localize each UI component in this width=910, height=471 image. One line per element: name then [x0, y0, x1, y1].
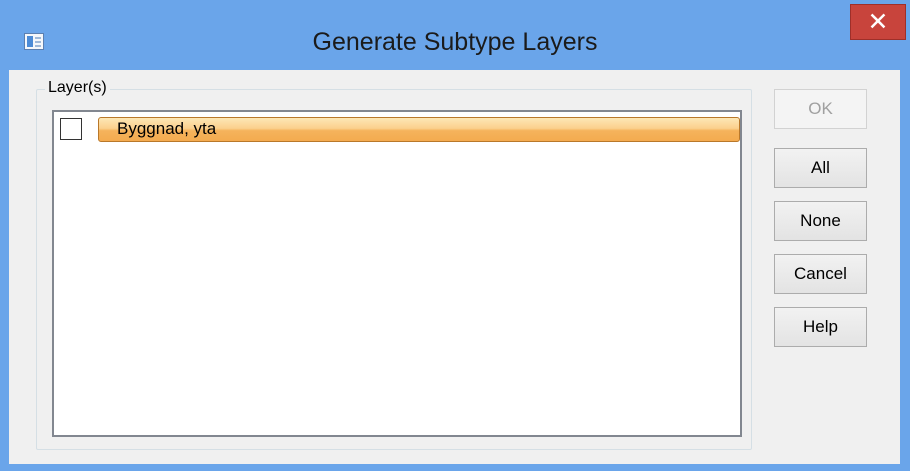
- layer-label[interactable]: Byggnad, yta: [98, 117, 740, 142]
- title-bar[interactable]: Generate Subtype Layers ✕: [0, 0, 910, 66]
- cancel-button[interactable]: Cancel: [774, 254, 867, 294]
- dialog-window: Generate Subtype Layers ✕ Layer(s) Byggn…: [0, 0, 910, 471]
- none-button[interactable]: None: [774, 201, 867, 241]
- help-button[interactable]: Help: [774, 307, 867, 347]
- ok-button[interactable]: OK: [774, 89, 867, 129]
- dialog-title: Generate Subtype Layers: [312, 28, 598, 56]
- close-button[interactable]: ✕: [850, 4, 906, 40]
- layers-list[interactable]: Byggnad, yta: [52, 110, 742, 437]
- close-icon: ✕: [867, 8, 889, 36]
- layers-group-label: Layer(s): [45, 79, 110, 97]
- dialog-body: Layer(s) Byggnad, yta OK All None Cancel…: [9, 70, 900, 464]
- all-button[interactable]: All: [774, 148, 867, 188]
- list-item[interactable]: Byggnad, yta: [60, 117, 740, 143]
- layer-checkbox[interactable]: [60, 118, 82, 140]
